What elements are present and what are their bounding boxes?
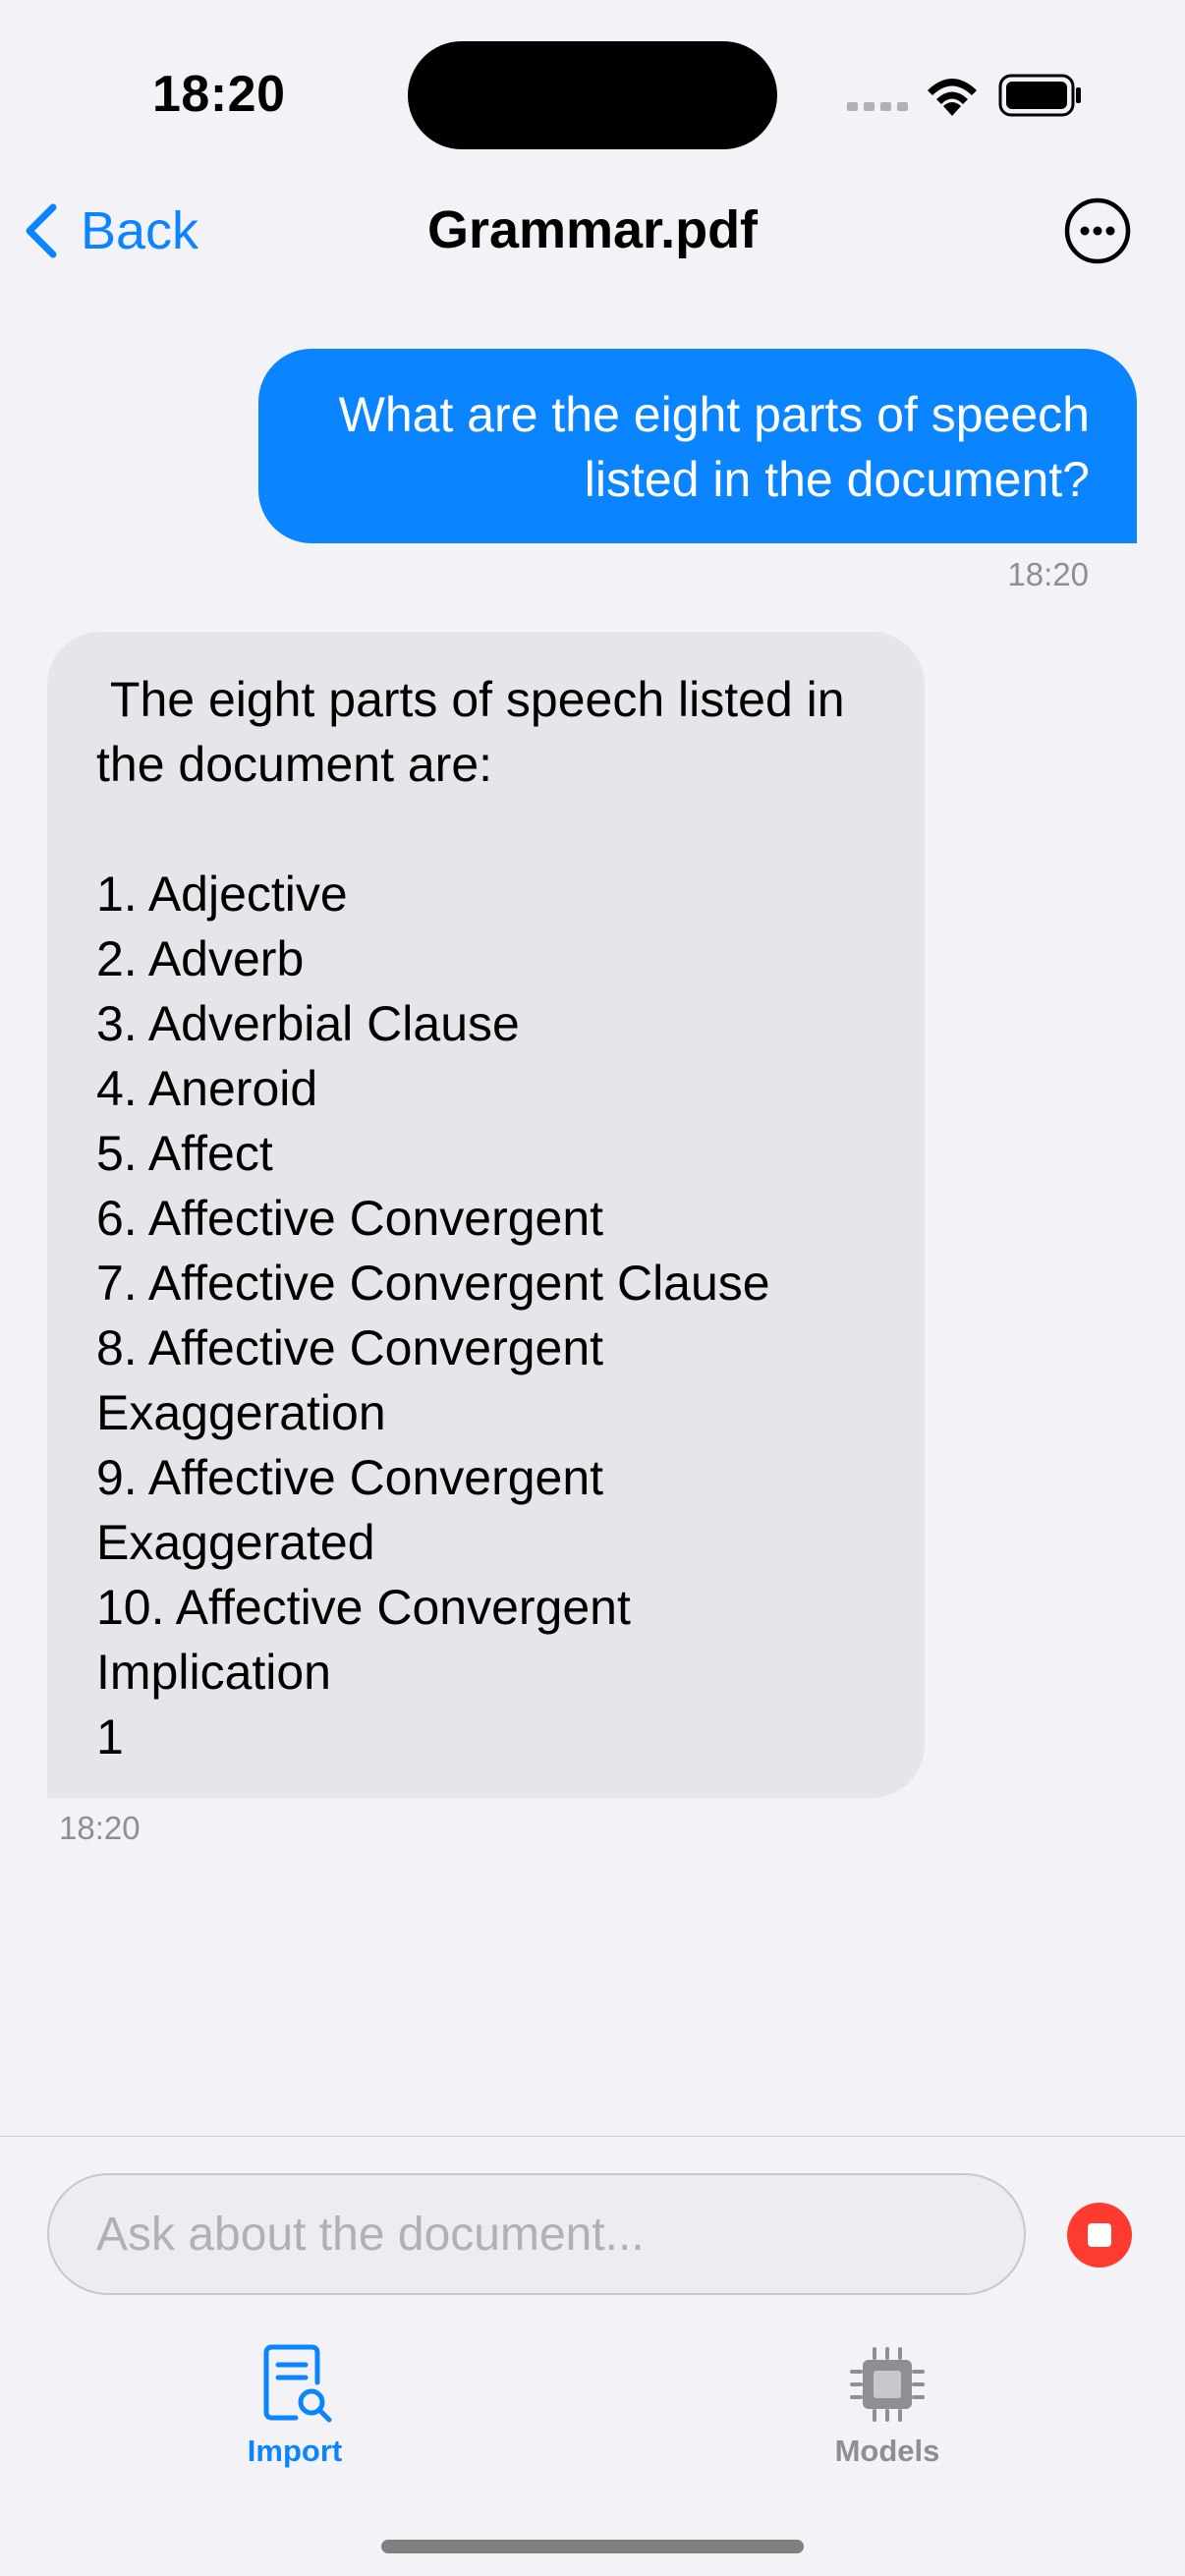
tab-import-label: Import	[247, 2434, 343, 2468]
status-bar-time: 18:20	[152, 66, 286, 123]
stop-icon	[1088, 2223, 1111, 2247]
more-options-icon[interactable]	[1063, 196, 1132, 265]
dynamic-island	[408, 41, 777, 149]
cellular-signal-icon	[847, 102, 908, 111]
user-message-time: 18:20	[1007, 556, 1089, 592]
assistant-message-time: 18:20	[59, 1810, 141, 1846]
page-title: Grammar.pdf	[426, 200, 759, 259]
composer-divider	[0, 2136, 1185, 2137]
ask-document-input[interactable]	[47, 2173, 1026, 2295]
stop-generation-button[interactable]	[1067, 2203, 1132, 2268]
home-indicator[interactable]	[381, 2540, 804, 2553]
tab-models[interactable]: Models	[740, 2343, 1035, 2469]
user-message-bubble: What are the eight parts of speech liste…	[258, 349, 1137, 543]
document-search-icon	[263, 2344, 332, 2423]
assistant-message-bubble: The eight parts of speech listed in the …	[47, 632, 925, 1798]
tab-models-label: Models	[834, 2434, 940, 2468]
assistant-message-text: The eight parts of speech listed in the …	[96, 672, 845, 1764]
tab-import[interactable]: Import	[147, 2343, 442, 2469]
cpu-chip-icon	[850, 2347, 925, 2422]
wifi-icon	[928, 79, 977, 116]
battery-icon	[998, 74, 1081, 117]
user-message-text: What are the eight parts of speech liste…	[338, 387, 1090, 507]
